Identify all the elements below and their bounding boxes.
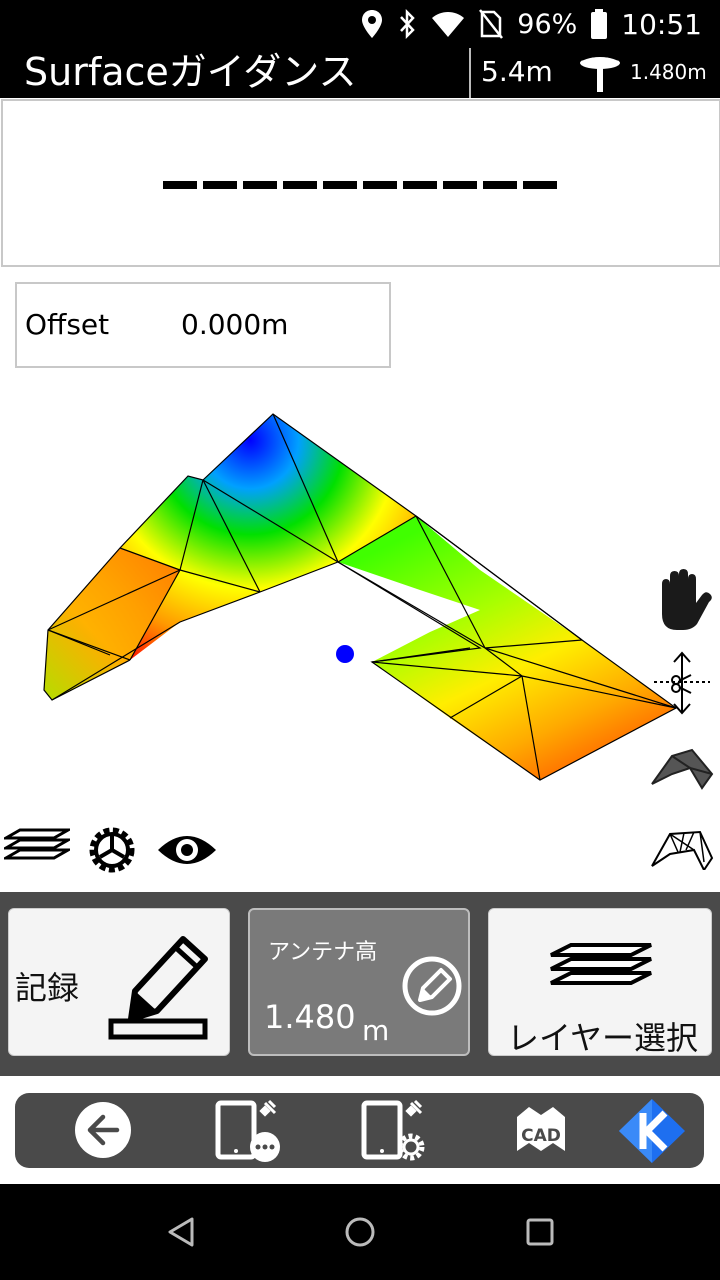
title-bar: Surfaceガイダンス 5.4m 1.480m <box>0 48 720 98</box>
offset-value: 0.000m <box>181 308 289 341</box>
layers-icon <box>0 828 74 876</box>
hand-pan-icon <box>648 569 714 636</box>
title-divider <box>469 48 471 98</box>
guidance-display: ---------- <box>1 99 720 267</box>
battery-percent: 96% <box>517 8 578 40</box>
device-more-icon[interactable] <box>215 1099 285 1167</box>
wifi-icon <box>431 10 465 38</box>
app-nav-strip: CAD <box>0 1076 720 1184</box>
nav-home-icon[interactable] <box>344 1216 376 1252</box>
antenna-height-button[interactable]: アンテナ高 1.480 m <box>248 908 470 1056</box>
record-label: 記録 <box>15 969 80 1007</box>
surface-wireframe-button[interactable] <box>650 828 714 874</box>
cut-fill-button[interactable] <box>652 650 712 720</box>
surface-wireframe-icon <box>650 830 714 874</box>
surface-solid-button[interactable] <box>650 744 714 794</box>
edit-circle-icon <box>400 954 464 1022</box>
location-icon <box>361 9 383 39</box>
clock: 10:51 <box>621 7 702 41</box>
no-sim-icon <box>479 9 504 39</box>
pencil-icon <box>105 925 215 1045</box>
distance-readout: 5.4m <box>481 55 553 88</box>
nav-back-icon[interactable] <box>166 1216 196 1252</box>
back-arrow-icon[interactable] <box>73 1100 133 1164</box>
surface-view[interactable] <box>0 380 720 880</box>
device-settings-icon[interactable] <box>361 1099 431 1167</box>
layer-select-label: レイヤー選択 <box>507 1019 699 1057</box>
layers-icon <box>549 933 653 997</box>
eye-icon <box>156 836 218 874</box>
offset-box[interactable]: Offset 0.000m <box>15 282 391 368</box>
antenna-height-title: アンテナ高 <box>268 940 378 965</box>
offset-label: Offset <box>25 308 110 341</box>
k-logo-icon[interactable] <box>617 1097 687 1169</box>
bluetooth-icon <box>397 9 417 39</box>
settings-gear-icon <box>84 827 140 882</box>
surface-solid-icon <box>650 748 714 794</box>
hand-pan-button[interactable] <box>648 566 714 636</box>
record-button[interactable]: 記録 <box>8 908 230 1056</box>
antenna-height-unit: m <box>362 1014 390 1047</box>
visibility-button[interactable] <box>156 830 218 874</box>
status-bar: 96% 10:51 <box>0 0 720 48</box>
antenna-height-readout: 1.480m <box>630 60 707 84</box>
prism-icon <box>576 54 624 98</box>
system-nav-bar <box>0 1184 720 1280</box>
cad-label: CAD <box>521 1126 561 1146</box>
cut-fill-icon <box>652 651 712 720</box>
guidance-value-placeholder <box>163 181 557 189</box>
layer-select-button[interactable]: レイヤー選択 <box>488 908 712 1057</box>
nav-recents-icon[interactable] <box>526 1218 554 1250</box>
tin-surface <box>43 413 678 781</box>
settings-button[interactable] <box>84 822 140 882</box>
current-position-marker <box>336 645 354 663</box>
antenna-height-value: 1.480 <box>264 998 356 1036</box>
action-panel: 記録 アンテナ高 1.480 m レイヤー選択 <box>0 892 720 1076</box>
app-nav-bar: CAD <box>15 1093 704 1168</box>
cad-icon[interactable]: CAD <box>513 1103 569 1163</box>
page-title: Surfaceガイダンス <box>24 50 357 94</box>
battery-icon <box>591 9 608 39</box>
layers-button[interactable] <box>0 826 74 876</box>
